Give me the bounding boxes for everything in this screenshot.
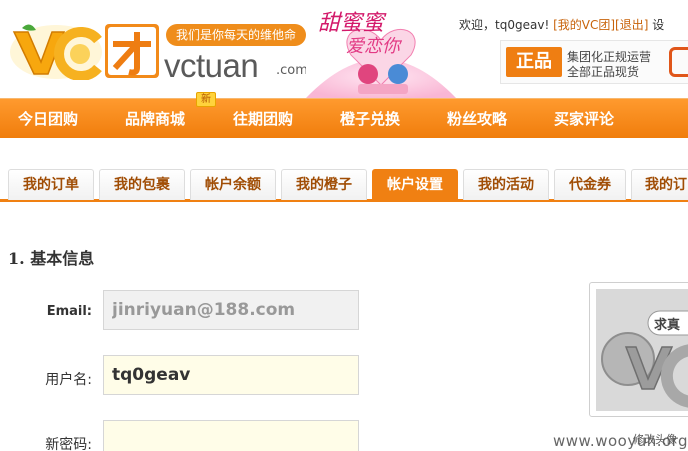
nav-orange-exchange[interactable]: 橙子兑换	[340, 99, 400, 139]
email-field[interactable]	[103, 290, 359, 330]
avatar-image-text: 求真	[654, 317, 680, 333]
email-label: Email:	[46, 304, 92, 319]
svg-text:爱恋你: 爱恋你	[346, 36, 403, 57]
nav-fan-guide[interactable]: 粉丝攻略	[447, 99, 507, 139]
username-label: 用户名:	[45, 372, 92, 388]
page-root: 我们是你每天的维他命 vctuan .com 甜蜜蜜 爱恋你 欢迎，tq0gea…	[0, 0, 688, 451]
welcome-text: 欢迎，	[459, 18, 496, 32]
promo-icon	[669, 47, 688, 77]
logout-link[interactable]: [退出]	[615, 18, 648, 32]
brand-wordmark: vctuan	[164, 47, 259, 84]
svg-text:甜蜜蜜: 甜蜜蜜	[318, 11, 387, 36]
nav-buyer-reviews[interactable]: 买家评论	[554, 99, 614, 139]
exclaim-text: !	[544, 18, 550, 32]
valentine-banner[interactable]: 甜蜜蜜 爱恋你	[306, 0, 456, 98]
tab-my-oranges[interactable]: 我的橙子	[281, 169, 367, 200]
authentic-badge: 正品	[506, 47, 562, 77]
site-header: 我们是你每天的维他命 vctuan .com 甜蜜蜜 爱恋你 欢迎，tq0gea…	[0, 0, 688, 98]
new-badge: 新	[196, 92, 216, 107]
authentic-promo[interactable]: 正品 集团化正规运营 全部正品现货	[500, 40, 688, 84]
user-bar: 欢迎，tq0geav! [我的VC团][退出] 设	[459, 16, 664, 33]
vc-logo[interactable]	[8, 18, 104, 80]
new-password-field[interactable]	[103, 420, 359, 451]
my-vc-link[interactable]: [我的VC团]	[553, 18, 615, 32]
username-field[interactable]	[103, 355, 359, 395]
tab-my-orders[interactable]: 我的订单	[8, 169, 94, 200]
settings-link-truncated[interactable]: 设	[652, 18, 664, 32]
tab-my-activities[interactable]: 我的活动	[463, 169, 549, 200]
nav-past-deals[interactable]: 往期团购	[233, 99, 293, 139]
tab-account-balance[interactable]: 帐户余额	[190, 169, 276, 200]
avatar-panel[interactable]: 求真	[589, 282, 688, 417]
nav-today-deals[interactable]: 今日团购	[18, 99, 78, 139]
tab-my-more-truncated[interactable]: 我的订	[631, 169, 688, 200]
promo-line-2: 全部正品现货	[567, 65, 640, 79]
brand-slogan: 我们是你每天的维他命	[166, 24, 306, 46]
account-tabs: 我的订单 我的包裹 帐户余额 我的橙子 帐户设置 我的活动 代金券 我的订	[0, 166, 688, 202]
cai-logo[interactable]	[105, 24, 159, 78]
tab-vouchers[interactable]: 代金券	[554, 169, 626, 200]
brand-domain: .com	[276, 63, 308, 78]
avatar-image: 求真	[596, 289, 688, 411]
change-avatar-link[interactable]: 修改头像	[633, 431, 677, 447]
tab-my-packages[interactable]: 我的包裹	[99, 169, 185, 200]
nav-brand-mall[interactable]: 品牌商城	[125, 99, 185, 139]
tab-account-settings[interactable]: 帐户设置	[372, 169, 458, 200]
username-text: tq0geav	[495, 18, 545, 32]
section-title: 1. 基本信息	[8, 249, 95, 268]
new-password-label: 新密码:	[45, 437, 92, 451]
main-nav: 今日团购 品牌商城 往期团购 橙子兑换 粉丝攻略 买家评论	[0, 98, 688, 138]
